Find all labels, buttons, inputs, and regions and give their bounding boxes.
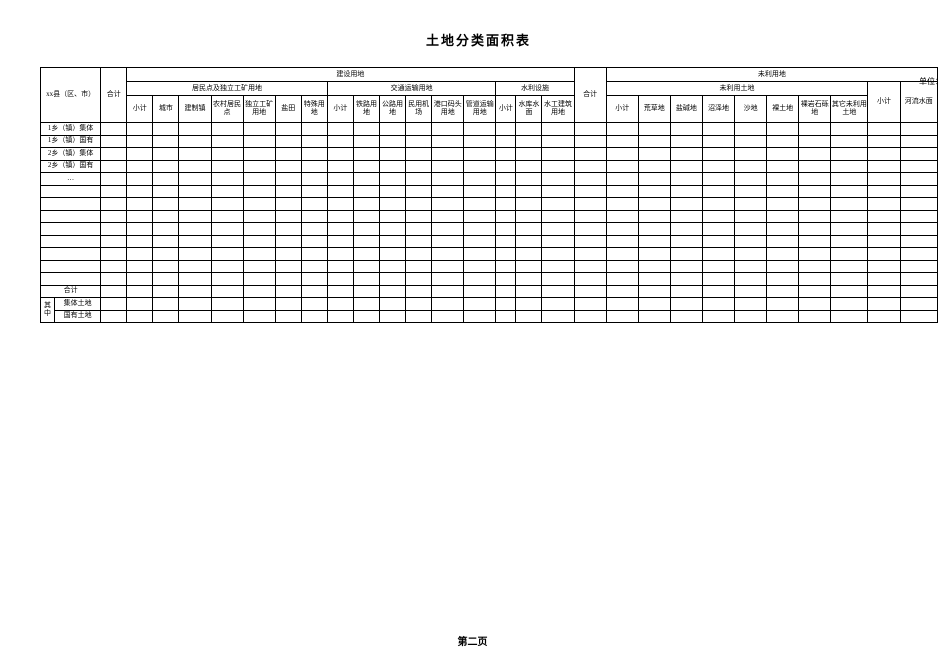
table-row: [41, 185, 938, 198]
col-pipeline: 管道运输用地: [464, 96, 496, 123]
table-row: 1乡（镇）国有: [41, 135, 938, 148]
col-rural: 农村居民点: [211, 96, 243, 123]
table-row: [41, 210, 938, 223]
col-highway: 公路用地: [380, 96, 406, 123]
row-label-heji: 合计: [41, 285, 101, 298]
col-sub-water: 水利设施: [496, 82, 574, 96]
col-xiaoji-settlement: 小计: [127, 96, 153, 123]
header-row-1: xx县（区、市） 合计 建设用地 合计 未利用地: [41, 68, 938, 82]
row-label: 2乡（镇）国有: [41, 160, 101, 173]
col-sand: 沙地: [735, 96, 767, 123]
col-city: 城市: [153, 96, 179, 123]
table-row: [41, 248, 938, 261]
table-row: 2乡（镇）国有: [41, 160, 938, 173]
land-area-table: xx县（区、市） 合计 建设用地 合计 未利用地 居民点及独立工矿用地 交通运输…: [40, 67, 938, 323]
col-town: 建制镇: [179, 96, 211, 123]
page-title: 土地分类面积表: [20, 30, 937, 49]
col-xiaoji-unused: 小计: [606, 96, 638, 123]
col-marsh: 沼泽地: [702, 96, 734, 123]
col-port: 港口码头用地: [432, 96, 464, 123]
col-hydraulic: 水工建筑用地: [542, 96, 574, 123]
row-label-collective: 集体土地: [55, 298, 101, 311]
col-reservoir: 水库水面: [516, 96, 542, 123]
table-row-state: 国有土地: [41, 310, 938, 323]
table-row: [41, 198, 938, 211]
col-xiaoji-unused2: 小计: [868, 82, 900, 123]
col-region: xx县（区、市）: [41, 68, 101, 123]
col-railway: 铁路用地: [353, 96, 379, 123]
table-row: …: [41, 173, 938, 186]
table-row: 1乡（镇）集体: [41, 123, 938, 136]
col-other-unused: 其它未利用土地: [831, 96, 868, 123]
table-row: [41, 273, 938, 286]
row-label: 1乡（镇）集体: [41, 123, 101, 136]
row-label: 2乡（镇）集体: [41, 148, 101, 161]
row-label: 1乡（镇）国有: [41, 135, 101, 148]
document-page: 土地分类面积表 单位：: [0, 0, 945, 668]
page-footer: 第二页: [0, 633, 945, 648]
col-saline: 盐碱地: [670, 96, 702, 123]
row-label: …: [41, 173, 101, 186]
col-sub-settlement: 居民点及独立工矿用地: [127, 82, 328, 96]
unit-label: 单位：: [919, 76, 943, 87]
col-heji-2: 合计: [574, 68, 606, 123]
col-sub-traffic: 交通运输用地: [327, 82, 496, 96]
col-barren: 荒草地: [638, 96, 670, 123]
col-special: 特殊用地: [301, 96, 327, 123]
col-xiaoji-traffic: 小计: [327, 96, 353, 123]
row-label-qizhong: 其中: [41, 298, 55, 323]
table-row: [41, 260, 938, 273]
table-row-heji: 合计: [41, 285, 938, 298]
table-row: 2乡（镇）集体: [41, 148, 938, 161]
col-mining: 独立工矿用地: [243, 96, 275, 123]
table-row-collective: 其中 集体土地: [41, 298, 938, 311]
col-sub-unused-land: 未利用土地: [606, 82, 868, 96]
col-group-unused: 未利用地: [606, 68, 937, 82]
header-row-2: 居民点及独立工矿用地 交通运输用地 水利设施 未利用土地 小计 河流水面: [41, 82, 938, 96]
row-label-state: 国有土地: [55, 310, 101, 323]
col-group-construction: 建设用地: [127, 68, 574, 82]
col-xiaoji-water: 小计: [496, 96, 516, 123]
table-row: [41, 223, 938, 236]
col-river: 河流水面: [900, 82, 937, 123]
col-bare-rock: 裸岩石砾地: [799, 96, 831, 123]
col-heji-1: 合计: [101, 68, 127, 123]
col-salt: 盐田: [275, 96, 301, 123]
header-row-3: 小计 城市 建制镇 农村居民点 独立工矿用地 盐田 特殊用地 小计 铁路用地 公…: [41, 96, 938, 123]
col-bare-land: 裸土地: [767, 96, 799, 123]
col-airport: 民用机场: [406, 96, 432, 123]
table-row: [41, 235, 938, 248]
